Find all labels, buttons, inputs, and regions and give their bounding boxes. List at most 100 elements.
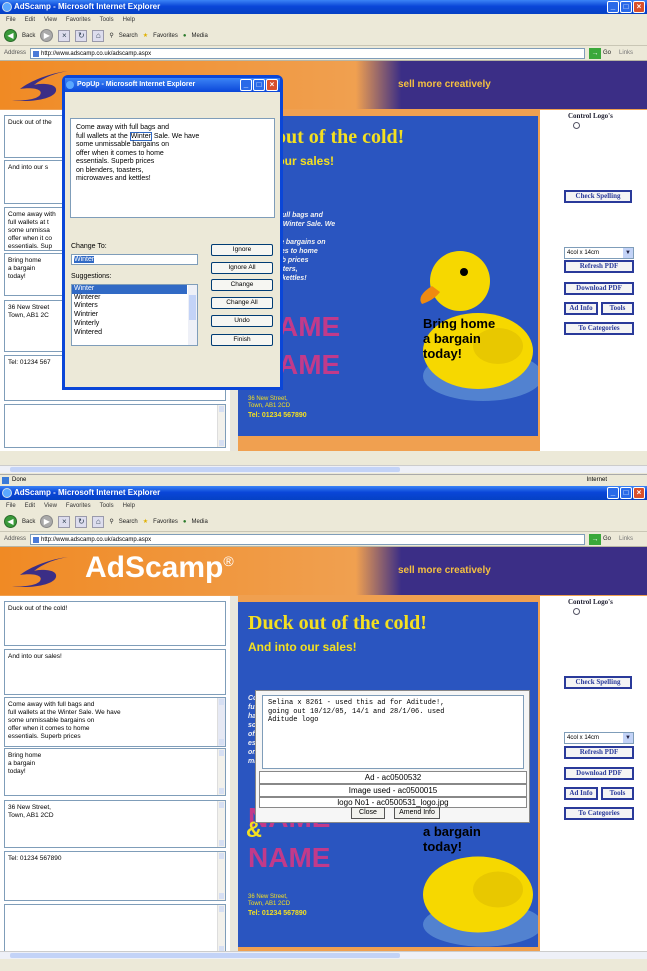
menu-edit[interactable]: Edit [25, 500, 35, 512]
suggestions-list[interactable]: Winter Winterer Winters Wintrier Winterl… [71, 284, 198, 346]
refresh-icon[interactable]: ↻ [75, 515, 88, 528]
suggestion-item[interactable]: Wintered [74, 329, 197, 338]
menu-tools[interactable]: Tools [100, 500, 114, 512]
extra-field[interactable] [4, 904, 226, 954]
scroll-thumb[interactable] [10, 953, 400, 958]
stop-icon[interactable]: × [58, 29, 71, 42]
menu-help[interactable]: Help [123, 500, 135, 512]
refresh-pdf-button[interactable]: Refresh PDF [564, 260, 634, 273]
download-pdf-button[interactable]: Download PDF [564, 282, 634, 295]
favorites-icon[interactable]: ★ [143, 518, 148, 525]
menu-file[interactable]: File [6, 500, 16, 512]
tagline-field[interactable]: Bring home a bargain today! [4, 748, 226, 796]
maximize-button[interactable]: □ [253, 79, 265, 91]
links-label[interactable]: Links [619, 536, 633, 542]
ignore-button[interactable]: Ignore [211, 244, 273, 256]
media-icon[interactable]: ● [183, 519, 187, 525]
menu-view[interactable]: View [44, 500, 57, 512]
finish-button[interactable]: Finish [211, 334, 273, 346]
suggestion-item[interactable]: Winters [74, 302, 197, 311]
menu-tools[interactable]: Tools [100, 14, 114, 26]
field-scrollbar[interactable] [217, 852, 225, 900]
favorites-icon[interactable]: ★ [143, 32, 148, 39]
ad-info-notes[interactable]: Selina x 8261 - used this ad for Aditude… [262, 695, 524, 769]
phone-field[interactable]: Tel: 01234 567890 [4, 851, 226, 901]
to-categories-button[interactable]: To Categories [564, 807, 634, 820]
field-scrollbar[interactable] [217, 749, 225, 795]
home-icon[interactable]: ⌂ [92, 515, 105, 528]
menu-favorites[interactable]: Favorites [66, 14, 91, 26]
horizontal-scrollbar[interactable] [0, 951, 647, 959]
download-pdf-button[interactable]: Download PDF [564, 767, 634, 780]
menu-edit[interactable]: Edit [25, 14, 35, 26]
search-label[interactable]: Search [119, 519, 138, 525]
change-all-button[interactable]: Change All [211, 297, 273, 309]
check-spelling-button[interactable]: Check Spelling [564, 676, 632, 689]
forward-icon[interactable]: ▶ [40, 29, 54, 42]
address-text-field[interactable]: 36 New Street, Town, AB1 2CD [4, 800, 226, 848]
favorites-label[interactable]: Favorites [153, 519, 178, 525]
field-scrollbar[interactable] [217, 801, 225, 847]
favorites-label[interactable]: Favorites [153, 33, 178, 39]
spellcheck-text[interactable]: Come away with full bags and full wallet… [70, 118, 275, 218]
size-select[interactable]: 4col x 14cm ▼ [564, 247, 634, 259]
links-label[interactable]: Links [619, 50, 633, 56]
go-icon[interactable]: → [589, 47, 602, 59]
minimize-button[interactable]: _ [240, 79, 252, 91]
go-label[interactable]: Go [603, 50, 611, 56]
search-label[interactable]: Search [119, 33, 138, 39]
search-icon[interactable]: ⚲ [109, 32, 113, 39]
minimize-button[interactable]: _ [607, 1, 619, 13]
horizontal-scrollbar[interactable] [0, 465, 647, 473]
dropdown-arrow-icon[interactable]: ▼ [623, 248, 633, 258]
back-icon[interactable]: ◀ [4, 29, 17, 42]
close-window-button[interactable]: × [633, 487, 645, 499]
search-icon[interactable]: ⚲ [109, 518, 113, 525]
address-field[interactable]: http://www.adscamp.co.uk/adscamp.aspx [30, 47, 586, 59]
ad-info-button[interactable]: Ad Info [564, 302, 598, 315]
go-icon[interactable]: → [589, 533, 602, 545]
suggestion-item[interactable]: Winterly [74, 320, 197, 329]
stop-icon[interactable]: × [58, 515, 71, 528]
field-scrollbar[interactable] [217, 905, 225, 953]
back-icon[interactable]: ◀ [4, 515, 17, 528]
body-field[interactable]: Come away with full bags and full wallet… [4, 697, 226, 747]
dropdown-arrow-icon[interactable]: ▼ [623, 733, 633, 743]
change-to-field[interactable]: Winter [71, 254, 198, 265]
close-popup-button[interactable]: × [266, 79, 278, 91]
address-field[interactable]: http://www.adscamp.co.uk/adscamp.aspx [30, 533, 586, 545]
subheadline-field[interactable]: And into our sales! [4, 649, 226, 695]
scroll-thumb[interactable] [10, 467, 400, 472]
back-label[interactable]: Back [22, 33, 35, 39]
control-logos-radio[interactable] [573, 608, 580, 615]
undo-button[interactable]: Undo [211, 315, 273, 327]
field-scrollbar[interactable] [217, 698, 225, 746]
field-scrollbar[interactable] [217, 405, 225, 447]
to-categories-button[interactable]: To Categories [564, 322, 634, 335]
check-spelling-button[interactable]: Check Spelling [564, 190, 632, 203]
control-logos-radio[interactable] [573, 122, 580, 129]
maximize-button[interactable]: □ [620, 1, 632, 13]
media-label[interactable]: Media [191, 33, 207, 39]
media-label[interactable]: Media [191, 519, 207, 525]
go-label[interactable]: Go [603, 536, 611, 542]
refresh-pdf-button[interactable]: Refresh PDF [564, 746, 634, 759]
back-label[interactable]: Back [22, 519, 35, 525]
list-scrollbar[interactable] [188, 285, 197, 345]
extra-field[interactable] [4, 404, 226, 448]
ignore-all-button[interactable]: Ignore All [211, 262, 273, 274]
suggestion-item[interactable]: Winterer [74, 294, 197, 303]
menu-view[interactable]: View [44, 14, 57, 26]
close-info-button[interactable]: Close [351, 807, 385, 819]
maximize-button[interactable]: □ [620, 487, 632, 499]
refresh-icon[interactable]: ↻ [75, 29, 88, 42]
suggestion-item[interactable]: Winter [72, 285, 187, 294]
change-button[interactable]: Change [211, 279, 273, 291]
size-select[interactable]: 4col x 14cm ▼ [564, 732, 634, 744]
close-window-button[interactable]: × [633, 1, 645, 13]
headline-field[interactable]: Duck out of the cold! [4, 601, 226, 646]
home-icon[interactable]: ⌂ [92, 29, 105, 42]
tools-button[interactable]: Tools [601, 787, 634, 800]
menu-favorites[interactable]: Favorites [66, 500, 91, 512]
suggestion-item[interactable]: Wintrier [74, 311, 197, 320]
